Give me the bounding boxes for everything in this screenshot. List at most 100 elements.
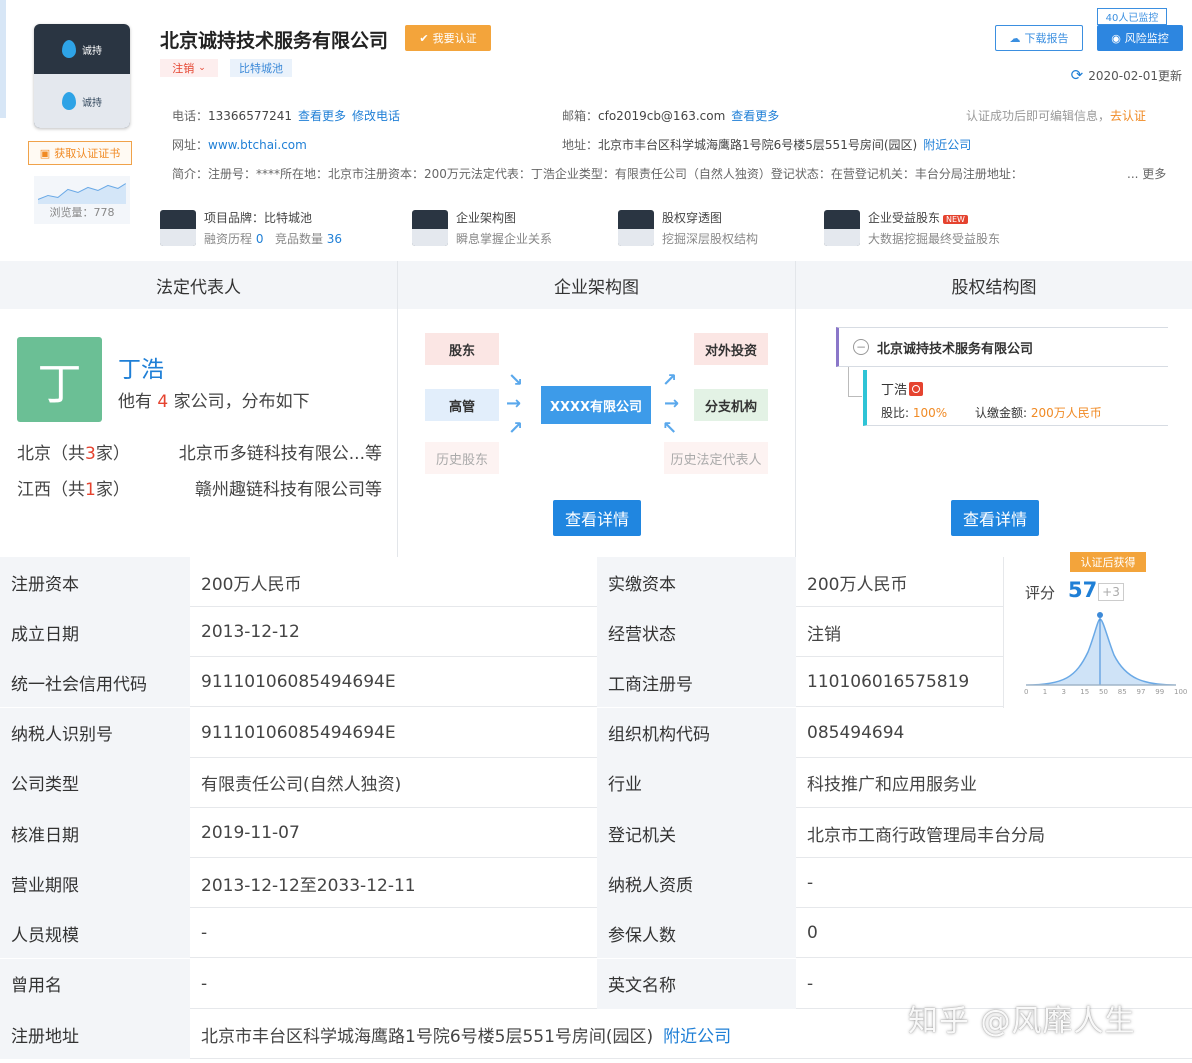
feature-project-brand[interactable]: 项目品牌：比特城池 融资历程 0 竞品数量 36 — [160, 207, 342, 249]
region-companies: 赣州趣链科技有限公司等 — [195, 480, 382, 500]
refresh-icon[interactable]: ⟳ — [1071, 66, 1084, 84]
node-investment: 对外投资 — [694, 333, 768, 365]
table-value: 0 — [807, 923, 818, 944]
table-label: 成立日期 — [0, 607, 190, 658]
views-count: 浏览量：778 — [49, 206, 115, 219]
monitor-count-badge: 40人已监控 — [1097, 8, 1167, 25]
equity-holder-name: 丁浩 — [881, 383, 908, 398]
table-value: 91110106085494694E — [201, 722, 396, 743]
certify-label: 我要认证 — [432, 32, 477, 45]
arrow-icon: ↖ — [662, 418, 678, 439]
score-axis-tick: 1 — [1042, 688, 1048, 696]
table-row: 营业期限 2013-12-12至2033-12-11 纳税人资质 - — [0, 858, 1192, 909]
equity-root-name: 北京诚持技术服务有限公司 — [877, 341, 1034, 357]
droplet-icon — [62, 92, 76, 110]
cloud-download-icon: ☁ — [1009, 31, 1021, 45]
feature-equity-penetration[interactable]: 股权穿透图 挖掘深层股权结构 — [618, 207, 758, 249]
brand-tag[interactable]: 比特城池 — [230, 59, 292, 77]
score-axis-tick: 0 — [1024, 688, 1029, 696]
download-report-button[interactable]: ☁ 下载报告 — [995, 25, 1083, 51]
ratio-label: 股比: — [881, 406, 910, 420]
equity-holder-node[interactable]: 丁浩 股比: 100% 认缴金额: 200万人民币 — [863, 370, 1168, 426]
competitor-count[interactable]: 36 — [327, 232, 342, 246]
email-label: 邮箱： — [562, 109, 599, 123]
score-axis-tick: 100 — [1174, 688, 1188, 696]
score-axis-tick: 3 — [1061, 688, 1066, 696]
feature-subtitle: 大数据挖掘最终受益股东 — [868, 232, 1001, 246]
summary-post: 家公司，分布如下 — [173, 392, 310, 412]
score-cert-tag: 认证后获得 — [1070, 552, 1146, 572]
chevron-down-icon: ⌄ — [198, 63, 206, 73]
node-center-company: XXXX有限公司 — [541, 386, 651, 424]
table-label: 统一社会信用代码 — [0, 657, 190, 708]
table-label: 英文名称 — [597, 958, 796, 1009]
feature-subtitle: 挖掘深层股权结构 — [662, 232, 759, 246]
company-name: 北京诚持技术服务有限公司 — [160, 30, 389, 52]
edit-phone-link[interactable]: 修改电话 — [352, 109, 400, 123]
legal-rep-name[interactable]: 丁浩 — [118, 350, 164, 384]
table-label: 实缴资本 — [597, 557, 796, 607]
feature-title: 企业架构图 — [456, 211, 517, 225]
feature-subtitle: 瞬息掌握企业关系 — [456, 232, 553, 246]
table-label: 公司类型 — [0, 757, 190, 808]
email-more-link[interactable]: 查看更多 — [731, 109, 779, 123]
update-time-label: 2020-02-01更新 — [1088, 68, 1182, 83]
person-badge-icon — [909, 382, 924, 396]
feature-title: 项目品牌：比特城池 — [204, 211, 313, 225]
region-suffix: 家） — [95, 480, 130, 500]
region-row-beijing[interactable]: 北京（共3家） 北京币多链科技有限公...等 — [17, 439, 382, 464]
structure-detail-button[interactable]: 查看详情 — [553, 500, 641, 536]
table-value: 200万人民币 — [201, 574, 302, 595]
table-value: 2013-12-12至2033-12-11 — [201, 875, 416, 896]
score-axis-tick: 85 — [1117, 688, 1127, 696]
phone-value: 13366577241 — [208, 109, 292, 123]
feature-beneficial-owner[interactable]: 企业受益股东 NEW 大数据挖掘最终受益股东 — [824, 207, 1000, 249]
competitor-label: 竞品数量 — [274, 232, 323, 246]
check-icon: ✔ — [419, 31, 429, 45]
node-executive: 高管 — [425, 389, 499, 421]
collapse-icon[interactable]: − — [853, 339, 869, 355]
address-value: 北京市丰台区科学城海鹰路1号院6号楼5层551号房间(园区) — [598, 138, 918, 152]
phone-line: 电话：13366577241 查看更多 修改电话 — [172, 107, 400, 124]
table-value: 有限责任公司(自然人独资) — [201, 775, 402, 796]
structure-panel-header: 企业架构图 — [398, 261, 796, 309]
arrow-icon: ↗ — [508, 418, 524, 439]
risk-monitor-button[interactable]: ◉ 风险监控 — [1097, 25, 1183, 51]
funding-count[interactable]: 0 — [256, 232, 264, 246]
table-label: 工商注册号 — [597, 657, 796, 708]
get-certificate-button[interactable]: ▣ 获取认证证书 — [28, 141, 132, 165]
arrow-icon: ↘ — [508, 370, 524, 391]
status-tag[interactable]: 注销 ⌄ — [160, 59, 218, 77]
website-link[interactable]: www.btchai.com — [208, 138, 307, 152]
table-label: 曾用名 — [0, 958, 190, 1009]
cert-hint-text: 认证成功后即可编辑信息， — [966, 109, 1111, 123]
go-certify-link[interactable]: 去认证 — [1110, 109, 1146, 123]
mini-logo-icon — [412, 210, 448, 246]
status-tag-label: 注销 — [172, 62, 195, 75]
nearby-companies-link[interactable]: 附近公司 — [663, 1022, 731, 1047]
phone-more-link[interactable]: 查看更多 — [298, 109, 346, 123]
cert-hint: 认证成功后即可编辑信息，去认证 — [966, 107, 1146, 124]
nearby-companies-link[interactable]: 附近公司 — [923, 138, 971, 152]
table-value: 110106016575819 — [807, 672, 970, 693]
region-row-jiangxi[interactable]: 江西（共1家） 赣州趣链科技有限公司等 — [17, 475, 382, 500]
phone-label: 电话： — [172, 109, 209, 123]
intro-more-link[interactable]: ... 更多 — [1127, 165, 1166, 182]
summary-pre: 他有 — [118, 392, 152, 412]
certify-button[interactable]: ✔ 我要认证 — [405, 25, 491, 51]
equity-detail-button[interactable]: 查看详情 — [951, 500, 1039, 536]
intro-value: 注册号：****所在地：北京市注册资本：200万元法定代表：丁浩企业类型：有限责… — [208, 167, 1023, 181]
equity-root-company[interactable]: − 北京诚持技术服务有限公司 — [836, 327, 1168, 367]
table-row: 人员规模 - 参保人数 0 — [0, 908, 1192, 959]
table-value: 2013-12-12 — [201, 622, 300, 643]
table-label: 登记机关 — [597, 808, 796, 858]
feature-enterprise-structure[interactable]: 企业架构图 瞬息掌握企业关系 — [412, 207, 552, 249]
feature-title: 企业受益股东 — [868, 211, 941, 225]
node-history-shareholder: 历史股东 — [425, 442, 499, 474]
address-line: 地址：北京市丰台区科学城海鹰路1号院6号楼5层551号房间(园区) 附近公司 — [562, 136, 971, 153]
score-delta: +3 — [1098, 583, 1124, 601]
table-value: 注销 — [807, 624, 841, 645]
table-label: 注册资本 — [0, 557, 190, 607]
arrow-icon: → — [506, 393, 522, 414]
region-label: 北京（共 — [17, 444, 85, 464]
